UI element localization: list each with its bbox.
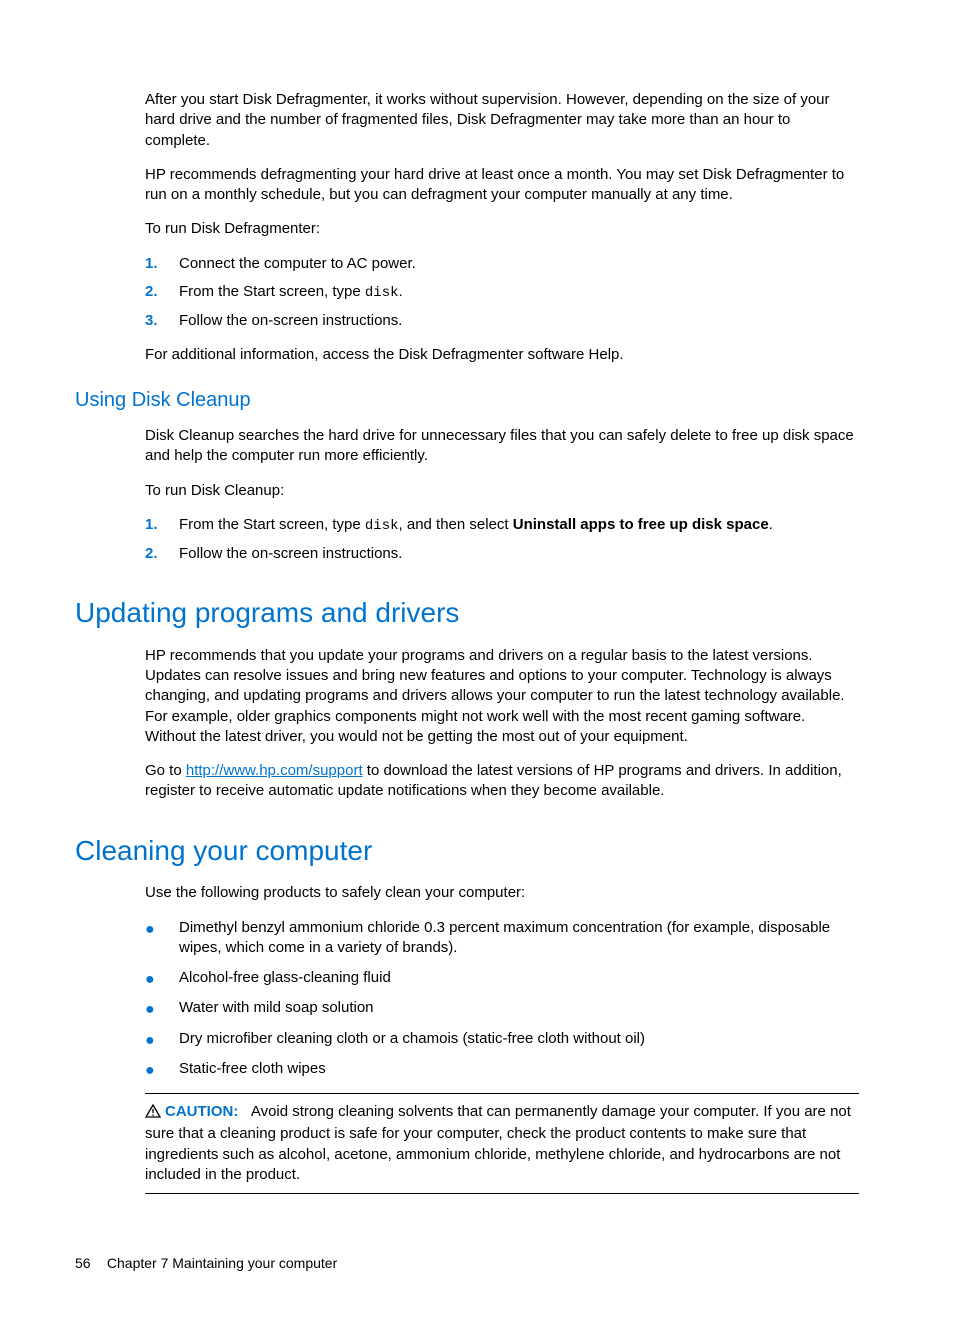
paragraph: After you start Disk Defragmenter, it wo… (145, 90, 859, 151)
paragraph: To run Disk Cleanup: (145, 481, 859, 501)
bullet-icon: ● (145, 918, 179, 959)
caution-text: Avoid strong cleaning solvents that can … (145, 1103, 851, 1183)
paragraph: Use the following products to safely cle… (145, 883, 859, 903)
paragraph: To run Disk Defragmenter: (145, 219, 859, 239)
code-text: disk (365, 518, 399, 534)
caution-box: CAUTION: Avoid strong cleaning solvents … (145, 1093, 859, 1194)
chapter-label: Chapter 7 Maintaining your computer (107, 1255, 337, 1271)
bullet-icon: ● (145, 1029, 179, 1049)
page-footer: 56 Chapter 7 Maintaining your computer (75, 1254, 859, 1273)
step-number: 1. (145, 254, 179, 274)
warning-icon (145, 1104, 161, 1124)
defrag-steps: 1.Connect the computer to AC power. 2.Fr… (145, 254, 859, 331)
bullet-icon: ● (145, 1059, 179, 1079)
bullet-icon: ● (145, 998, 179, 1018)
step-text: From the Start screen, type disk, and th… (179, 515, 773, 536)
bold-text: Uninstall apps to free up disk space (513, 516, 769, 533)
support-link[interactable]: http://www.hp.com/support (186, 762, 363, 779)
list-item: Alcohol-free glass-cleaning fluid (179, 968, 391, 988)
step-text: Follow the on-screen instructions. (179, 544, 402, 564)
paragraph: HP recommends defragmenting your hard dr… (145, 165, 859, 206)
step-text: From the Start screen, type disk. (179, 282, 403, 303)
step-text: Connect the computer to AC power. (179, 254, 416, 274)
list-item: Dimethyl benzyl ammonium chloride 0.3 pe… (179, 918, 859, 959)
cleaning-products-list: ●Dimethyl benzyl ammonium chloride 0.3 p… (145, 918, 859, 1080)
section-heading-updating: Updating programs and drivers (75, 594, 859, 632)
section-heading-disk-cleanup: Using Disk Cleanup (75, 387, 859, 414)
list-item: Dry microfiber cleaning cloth or a chamo… (179, 1029, 645, 1049)
list-item: Static-free cloth wipes (179, 1059, 326, 1079)
page-number: 56 (75, 1254, 103, 1273)
step-text: Follow the on-screen instructions. (179, 311, 402, 331)
paragraph: For additional information, access the D… (145, 345, 859, 365)
cleanup-steps: 1.From the Start screen, type disk, and … (145, 515, 859, 564)
bullet-icon: ● (145, 968, 179, 988)
code-text: disk (365, 285, 399, 301)
paragraph: Disk Cleanup searches the hard drive for… (145, 426, 859, 467)
step-number: 3. (145, 311, 179, 331)
step-number: 2. (145, 282, 179, 303)
step-number: 2. (145, 544, 179, 564)
paragraph: HP recommends that you update your progr… (145, 646, 859, 747)
caution-label: CAUTION: (165, 1103, 238, 1120)
list-item: Water with mild soap solution (179, 998, 374, 1018)
paragraph: Go to http://www.hp.com/support to downl… (145, 761, 859, 802)
step-number: 1. (145, 515, 179, 536)
section-heading-cleaning: Cleaning your computer (75, 832, 859, 870)
